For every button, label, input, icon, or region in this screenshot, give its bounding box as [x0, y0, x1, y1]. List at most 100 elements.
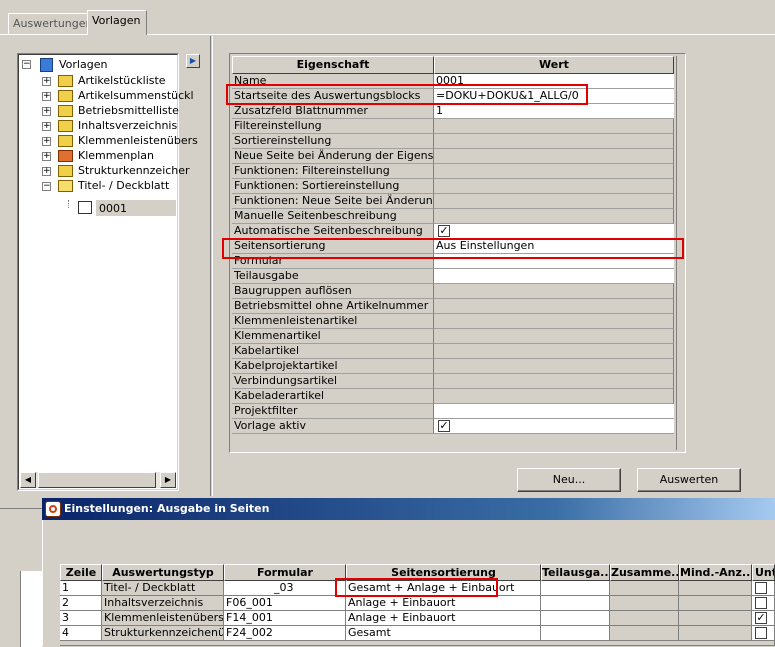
row-number-cell[interactable]: 2: [60, 596, 102, 611]
expand-icon[interactable]: +: [42, 137, 51, 146]
zusammen-cell[interactable]: [610, 611, 679, 626]
panel-toggle-icon[interactable]: ▶: [186, 54, 200, 68]
zusammen-cell[interactable]: [610, 626, 679, 641]
teilausgabe-cell[interactable]: [541, 596, 610, 611]
column-header-seitensortierung[interactable]: Seitensortierung: [346, 564, 541, 581]
property-value[interactable]: [434, 374, 674, 389]
property-row[interactable]: Automatische Seitenbeschreibung ✓: [232, 224, 674, 239]
property-row[interactable]: Manuelle Seitenbeschreibung: [232, 209, 674, 224]
tree-item[interactable]: Titel- / Deckblatt: [78, 178, 169, 194]
collapse-root-icon[interactable]: −: [22, 60, 31, 69]
mind-anz-cell[interactable]: [679, 581, 752, 596]
formular-cell[interactable]: F24_002: [224, 626, 346, 641]
property-value[interactable]: [434, 299, 674, 314]
zusammen-cell[interactable]: [610, 596, 679, 611]
teilausgabe-cell[interactable]: [541, 581, 610, 596]
property-row[interactable]: Kabelartikel: [232, 344, 674, 359]
expand-icon[interactable]: +: [42, 92, 51, 101]
property-value[interactable]: [434, 149, 674, 164]
property-row[interactable]: Klemmenartikel: [232, 329, 674, 344]
property-row[interactable]: Sortiereinstellung: [232, 134, 674, 149]
property-value[interactable]: [434, 419, 674, 434]
scrollbar-thumb[interactable]: [38, 472, 156, 488]
property-value[interactable]: 1: [434, 104, 674, 119]
property-row[interactable]: Funktionen: Sortiereinstellung: [232, 179, 674, 194]
teilausgabe-cell[interactable]: [541, 611, 610, 626]
column-header-mind-anz[interactable]: Mind.-Anz...: [679, 564, 752, 581]
property-row[interactable]: Neue Seite bei Änderung der Eigenschaft: [232, 149, 674, 164]
checkbox[interactable]: ✓: [438, 420, 450, 432]
tab-auswertungen[interactable]: Auswertungen: [8, 13, 93, 35]
new-button[interactable]: Neu...: [517, 468, 621, 492]
property-value[interactable]: [434, 314, 674, 329]
property-value[interactable]: [434, 179, 674, 194]
row-number-cell[interactable]: 1: [60, 581, 102, 596]
tree-item[interactable]: Klemmenplan: [78, 148, 154, 164]
row-number-cell[interactable]: 4: [60, 626, 102, 641]
scroll-right-icon[interactable]: ▶: [160, 472, 176, 488]
property-grid[interactable]: Eigenschaft Wert Name 0001 Startseite des …: [229, 53, 686, 453]
column-header-unt[interactable]: Unt: [752, 564, 775, 581]
formular-cell[interactable]: F14_001: [224, 611, 346, 626]
expand-icon[interactable]: +: [42, 107, 51, 116]
evaluate-button[interactable]: Auswerten: [637, 468, 741, 492]
property-value[interactable]: [434, 209, 674, 224]
mind-anz-cell[interactable]: [679, 596, 752, 611]
tree-root-label[interactable]: Vorlagen: [59, 57, 107, 73]
teilausgabe-cell[interactable]: [541, 626, 610, 641]
mind-anz-cell[interactable]: [679, 611, 752, 626]
auswertungstyp-cell[interactable]: Titel- / Deckblatt: [102, 581, 224, 596]
seitensortierung-cell[interactable]: Gesamt: [346, 626, 541, 641]
formular-cell[interactable]: _03: [224, 581, 346, 596]
scroll-left-icon[interactable]: ◀: [20, 472, 36, 488]
property-row[interactable]: Seitensortierung Aus Einstellungen: [232, 239, 674, 254]
column-header-zeile[interactable]: Zeile: [60, 564, 102, 581]
formular-cell[interactable]: F06_001: [224, 596, 346, 611]
column-header-wert[interactable]: Wert: [434, 56, 674, 74]
property-value[interactable]: [434, 284, 674, 299]
property-value[interactable]: [434, 224, 674, 239]
property-row[interactable]: Startseite des Auswertungsblocks =DOKU+DO…: [232, 89, 674, 104]
expand-icon[interactable]: +: [42, 152, 51, 161]
property-value[interactable]: [434, 269, 674, 284]
auswertungstyp-cell[interactable]: Strukturkennzeichenü...: [102, 626, 224, 641]
expand-icon[interactable]: +: [42, 167, 51, 176]
tree-item[interactable]: Inhaltsverzeichnis: [78, 118, 177, 134]
tree-child-label[interactable]: 0001: [99, 201, 127, 217]
tree-item[interactable]: Artikelstückliste: [78, 73, 166, 89]
property-row[interactable]: Projektfilter: [232, 404, 674, 419]
row-number-cell[interactable]: 3: [60, 611, 102, 626]
column-header-auswertungstyp[interactable]: Auswertungstyp: [102, 564, 224, 581]
expand-icon[interactable]: +: [42, 122, 51, 131]
unt-checkbox[interactable]: ✓: [755, 612, 767, 624]
collapse-icon[interactable]: −: [42, 182, 51, 191]
property-value[interactable]: [434, 404, 674, 419]
mind-anz-cell[interactable]: [679, 626, 752, 641]
tree-panel[interactable]: − Vorlagen + Artikelstückliste + Artikel…: [17, 53, 198, 491]
property-row[interactable]: Name 0001: [232, 74, 674, 89]
property-row[interactable]: Formular: [232, 254, 674, 269]
dialog-title-bar[interactable]: Einstellungen: Ausgabe in Seiten: [42, 498, 775, 520]
property-row[interactable]: Vorlage aktiv ✓: [232, 419, 674, 434]
seitensortierung-cell[interactable]: Anlage + Einbauort: [346, 596, 541, 611]
column-header-teilausgabe[interactable]: Teilausga...: [541, 564, 610, 581]
auswertungstyp-cell[interactable]: Klemmenleistenübersicht: [102, 611, 224, 626]
tree-item[interactable]: Strukturkennzeicher: [78, 163, 190, 179]
property-row[interactable]: Betriebsmittel ohne Artikelnummer: [232, 299, 674, 314]
column-header-zusammen[interactable]: Zusamme...: [610, 564, 679, 581]
property-value[interactable]: [434, 254, 674, 269]
property-row[interactable]: Zusatzfeld Blattnummer 1: [232, 104, 674, 119]
tab-vorlagen[interactable]: Vorlagen: [87, 10, 147, 35]
tree-item[interactable]: Artikelsummenstückl: [78, 88, 194, 104]
property-value[interactable]: =DOKU+DOKU&1_ALLG/0: [434, 89, 674, 104]
column-header-eigenschaft[interactable]: Eigenschaft: [232, 56, 434, 74]
checkbox[interactable]: ✓: [438, 225, 450, 237]
seitensortierung-cell[interactable]: Anlage + Einbauort: [346, 611, 541, 626]
unt-checkbox[interactable]: [755, 582, 767, 594]
tree-item[interactable]: Betriebsmittelliste: [78, 103, 179, 119]
auswertungstyp-cell[interactable]: Inhaltsverzeichnis: [102, 596, 224, 611]
property-row[interactable]: Kabelprojektartikel: [232, 359, 674, 374]
property-value[interactable]: [434, 344, 674, 359]
property-value[interactable]: 0001: [434, 74, 674, 89]
property-row[interactable]: Klemmenleistenartikel: [232, 314, 674, 329]
